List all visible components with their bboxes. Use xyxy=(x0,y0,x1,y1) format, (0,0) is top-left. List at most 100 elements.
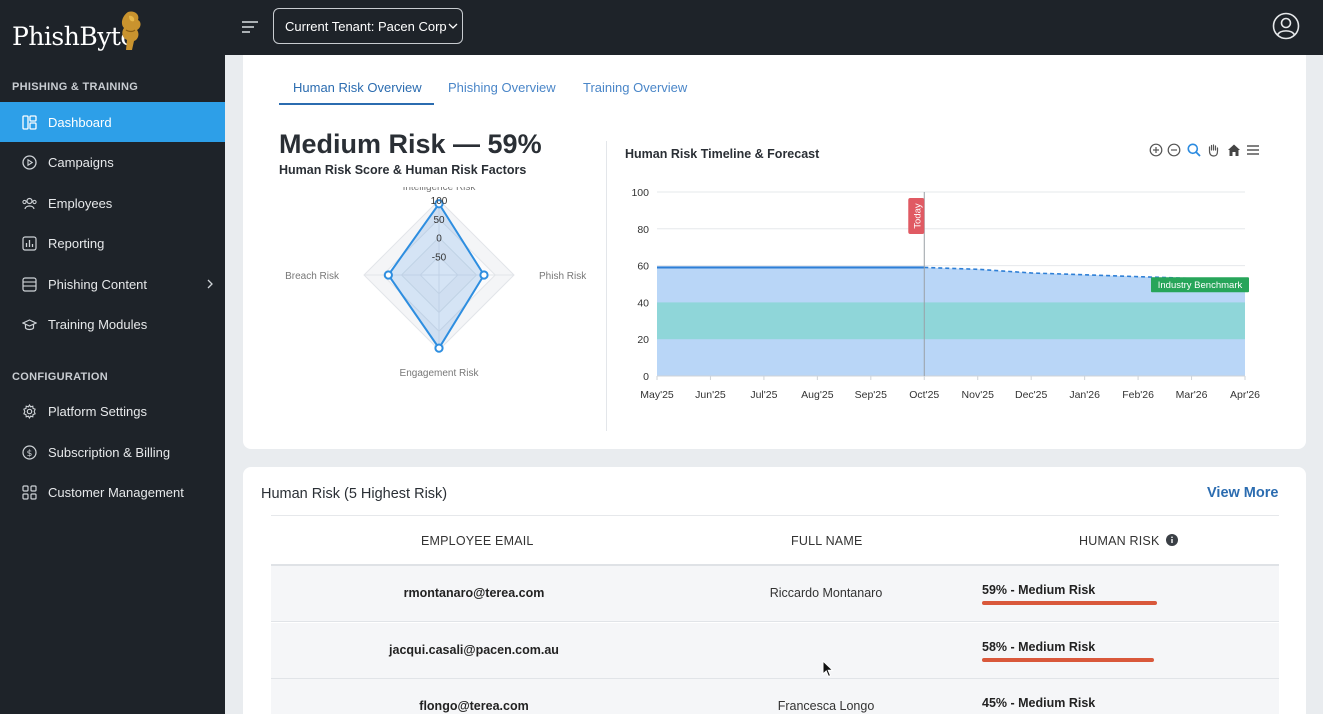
risk-progress-track xyxy=(982,658,1232,662)
sidebar-item-customer-management[interactable]: Customer Management xyxy=(0,472,225,512)
sidebar-item-label: Phishing Content xyxy=(48,277,148,292)
sidebar-item-platform-settings[interactable]: Platform Settings xyxy=(0,391,225,431)
employee-email: flongo@terea.com xyxy=(419,699,529,713)
table-row[interactable]: rmontanaro@terea.com Riccardo Montanaro … xyxy=(271,566,1279,622)
radar-tick-label: 50 xyxy=(433,215,445,226)
x-tick-label: Nov'25 xyxy=(962,389,995,401)
chart-toolbar xyxy=(1149,143,1263,159)
zoom-out-icon[interactable] xyxy=(1167,143,1181,157)
employee-email: rmontanaro@terea.com xyxy=(403,586,545,600)
tab-training-overview[interactable]: Training Overview xyxy=(583,80,687,95)
sidebar-item-label: Dashboard xyxy=(48,115,112,130)
human-risk-value: 59% - Medium Risk xyxy=(982,583,1096,597)
radar-data-point xyxy=(434,343,444,353)
selection-zoom-icon[interactable] xyxy=(1187,143,1201,157)
radar-tick-label: 0 xyxy=(436,234,442,245)
table-row[interactable]: flongo@terea.com Francesca Longo 45% - M… xyxy=(271,679,1279,714)
risk-progress-bar xyxy=(982,658,1154,662)
x-tick-label: May'25 xyxy=(640,389,674,401)
human-risk-value: 58% - Medium Risk xyxy=(982,640,1096,654)
chevron-down-icon xyxy=(448,23,458,29)
y-tick-label: 60 xyxy=(637,261,649,273)
sidebar: PHISHING & TRAINING Dashboard Campaigns … xyxy=(0,55,225,714)
x-tick-label: Jun'25 xyxy=(695,389,726,401)
gear-icon xyxy=(23,404,36,419)
sidebar-item-reporting[interactable]: Reporting xyxy=(0,223,225,263)
column-header-label: HUMAN RISK xyxy=(1079,534,1160,548)
sidebar-item-campaigns[interactable]: Campaigns xyxy=(0,142,225,182)
top-risk-card: Human Risk (5 Highest Risk) View More EM… xyxy=(243,467,1306,714)
lion-emblem-icon xyxy=(121,11,141,51)
radar-axis-label: Breach Risk xyxy=(285,271,340,282)
sidebar-item-label: Subscription & Billing xyxy=(48,445,171,460)
y-tick-label: 100 xyxy=(631,187,649,199)
risk-progress-bar xyxy=(982,601,1157,605)
top-risk-title: Human Risk (5 Highest Risk) xyxy=(261,486,448,502)
grid-icon xyxy=(22,485,37,500)
x-tick-label: Aug'25 xyxy=(801,389,834,401)
radar-tick-label: -50 xyxy=(432,252,447,263)
sidebar-item-phishing-content[interactable]: Phishing Content xyxy=(0,264,225,304)
chevron-right-icon xyxy=(207,279,213,289)
x-tick-label: Apr'26 xyxy=(1230,389,1260,401)
column-header-human-risk[interactable]: HUMAN RISK xyxy=(1079,534,1179,548)
sidebar-section-title: PHISHING & TRAINING xyxy=(12,81,139,93)
chart-icon xyxy=(22,236,37,251)
employee-full-name: Riccardo Montanaro xyxy=(769,586,883,600)
tenant-select-label: Current Tenant: Pacen Corp xyxy=(285,19,447,34)
x-tick-label: Feb'26 xyxy=(1122,389,1154,401)
benchmark-band xyxy=(657,302,1245,340)
benchmark-band xyxy=(657,339,1245,376)
info-icon[interactable] xyxy=(1166,534,1179,546)
sidebar-item-subscription-billing[interactable]: $ Subscription & Billing xyxy=(0,432,225,472)
sidebar-item-label: Employees xyxy=(48,196,113,211)
menu-toggle-icon[interactable] xyxy=(240,17,260,37)
risk-score-subtitle: Human Risk Score & Human Risk Factors xyxy=(279,163,527,177)
divider xyxy=(271,515,1279,516)
x-tick-label: Oct'25 xyxy=(909,389,939,401)
chart-menu-icon[interactable] xyxy=(1246,143,1260,157)
top-bar: PhishByte Current Tenant: Pacen Corp xyxy=(0,0,1323,55)
play-circle-icon xyxy=(22,155,37,170)
x-tick-label: Mar'26 xyxy=(1176,389,1208,401)
sidebar-item-dashboard[interactable]: Dashboard xyxy=(0,102,225,142)
sidebar-item-training-modules[interactable]: Training Modules xyxy=(0,304,225,344)
users-icon xyxy=(22,197,37,210)
column-header-email[interactable]: EMPLOYEE EMAIL xyxy=(421,534,534,548)
tenant-select[interactable]: Current Tenant: Pacen Corp xyxy=(273,8,463,44)
radar-axis-label: Intelligence Risk xyxy=(403,187,477,193)
graduation-cap-icon xyxy=(22,319,37,331)
table-row[interactable]: jacqui.casali@pacen.com.au 58% - Medium … xyxy=(271,623,1279,679)
x-tick-label: Jul'25 xyxy=(750,389,777,401)
zoom-in-icon[interactable] xyxy=(1149,143,1163,157)
user-account-icon[interactable] xyxy=(1272,12,1300,40)
risk-progress-track xyxy=(982,601,1232,605)
risk-overview-card: Human Risk Overview Phishing Overview Tr… xyxy=(243,55,1306,449)
dollar-circle-icon: $ xyxy=(22,445,37,460)
phishbyte-logo[interactable]: PhishByte xyxy=(12,10,142,52)
y-tick-label: 0 xyxy=(643,371,649,383)
sidebar-item-label: Customer Management xyxy=(48,485,184,500)
sidebar-section-title: CONFIGURATION xyxy=(12,371,108,383)
sidebar-item-employees[interactable]: Employees xyxy=(0,183,225,223)
x-tick-label: Sep'25 xyxy=(855,389,888,401)
sidebar-item-label: Reporting xyxy=(48,236,105,251)
column-header-full-name[interactable]: FULL NAME xyxy=(791,534,863,548)
employee-full-name: Francesca Longo xyxy=(777,699,875,713)
sidebar-item-label: Campaigns xyxy=(48,155,114,170)
tab-phishing-overview[interactable]: Phishing Overview xyxy=(448,80,556,95)
view-more-link[interactable]: View More xyxy=(1207,485,1278,501)
y-tick-label: 20 xyxy=(637,334,649,346)
today-marker-label: Today xyxy=(912,203,923,229)
vertical-divider xyxy=(606,141,607,431)
radar-data-point xyxy=(383,270,393,280)
risk-factors-radar-chart: 100 50 0 -50 Intelligence Risk Phish Risk Enga… xyxy=(285,187,587,379)
risk-timeline-chart: 0 20 40 60 80 100 May'25 Jun'25 Jul'25 Aug'25 Sep'… xyxy=(631,187,1260,401)
reset-home-icon[interactable] xyxy=(1227,143,1241,157)
pan-hand-icon[interactable] xyxy=(1206,143,1220,157)
radar-tick-label: 100 xyxy=(431,196,448,207)
timeline-chart-title: Human Risk Timeline & Forecast xyxy=(625,147,820,161)
tab-human-risk-overview[interactable]: Human Risk Overview xyxy=(293,80,422,95)
y-tick-label: 40 xyxy=(637,297,649,309)
sidebar-item-label: Platform Settings xyxy=(48,404,147,419)
